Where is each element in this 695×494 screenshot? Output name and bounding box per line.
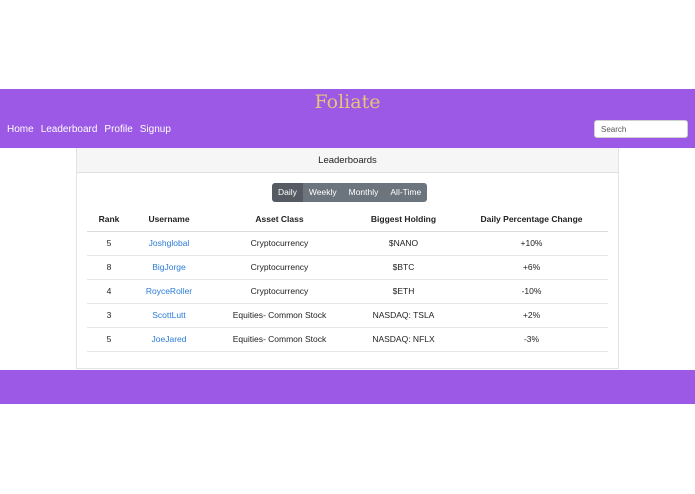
rank-cell: 5	[87, 327, 131, 352]
table-row: 5 Joshglobal Cryptocurrency $NANO +10%	[87, 231, 608, 256]
rank-cell: 4	[87, 279, 131, 304]
change-cell: +6%	[455, 255, 608, 280]
change-cell: -10%	[455, 279, 608, 304]
holding-cell: $NANO	[352, 231, 455, 256]
asset-class-cell: Cryptocurrency	[207, 255, 352, 280]
period-weekly-button[interactable]: Weekly	[302, 183, 343, 202]
rank-cell: 5	[87, 231, 131, 256]
holding-cell: NASDAQ: NFLX	[352, 327, 455, 352]
holding-cell: $BTC	[352, 255, 455, 280]
rank-cell: 8	[87, 255, 131, 280]
holding-cell: $ETH	[352, 279, 455, 304]
username-cell: RoyceRoller	[131, 279, 207, 304]
nav-home[interactable]: Home	[7, 124, 34, 135]
column-header-biggest-holding: Biggest Holding	[352, 207, 455, 232]
username-cell: Joshglobal	[131, 231, 207, 256]
table-row: 3 ScottLutt Equities- Common Stock NASDA…	[87, 303, 608, 328]
asset-class-cell: Equities- Common Stock	[207, 327, 352, 352]
username-link[interactable]: ScottLutt	[152, 310, 186, 320]
nav-signup[interactable]: Signup	[140, 124, 171, 135]
username-link[interactable]: RoyceRoller	[146, 286, 192, 296]
nav-profile[interactable]: Profile	[104, 124, 132, 135]
navbar: Foliate Home Leaderboard Profile Signup	[0, 89, 695, 148]
holding-cell: NASDAQ: TSLA	[352, 303, 455, 328]
leaderboard-card: Leaderboards Daily Weekly Monthly All-Ti…	[76, 148, 619, 369]
period-toggle: Daily Weekly Monthly All-Time	[272, 183, 428, 202]
nav-leaderboard[interactable]: Leaderboard	[41, 124, 98, 135]
column-header-daily-change: Daily Percentage Change	[455, 207, 608, 232]
username-link[interactable]: BigJorge	[152, 262, 186, 272]
search-input[interactable]	[594, 120, 688, 138]
table-row: 8 BigJorge Cryptocurrency $BTC +6%	[87, 255, 608, 280]
asset-class-cell: Cryptocurrency	[207, 279, 352, 304]
nav-links: Home Leaderboard Profile Signup	[7, 124, 171, 135]
period-daily-button[interactable]: Daily	[272, 183, 303, 202]
period-alltime-button[interactable]: All-Time	[384, 183, 428, 202]
asset-class-cell: Cryptocurrency	[207, 231, 352, 256]
table-header-row: Rank Username Asset Class Biggest Holdin…	[87, 207, 608, 232]
page: Foliate Home Leaderboard Profile Signup …	[0, 0, 695, 494]
column-header-username: Username	[131, 207, 207, 232]
table-row: 5 JoeJared Equities- Common Stock NASDAQ…	[87, 327, 608, 352]
table-row: 4 RoyceRoller Cryptocurrency $ETH -10%	[87, 279, 608, 304]
change-cell: -3%	[455, 327, 608, 352]
brand-title[interactable]: Foliate	[0, 91, 695, 113]
footer-bar	[0, 370, 695, 404]
change-cell: +10%	[455, 231, 608, 256]
change-cell: +2%	[455, 303, 608, 328]
username-link[interactable]: JoeJared	[152, 334, 187, 344]
asset-class-cell: Equities- Common Stock	[207, 303, 352, 328]
username-cell: BigJorge	[131, 255, 207, 280]
column-header-rank: Rank	[87, 207, 131, 232]
card-title: Leaderboards	[77, 148, 618, 173]
column-header-asset-class: Asset Class	[207, 207, 352, 232]
period-monthly-button[interactable]: Monthly	[342, 183, 385, 202]
username-link[interactable]: Joshglobal	[149, 238, 190, 248]
rank-cell: 3	[87, 303, 131, 328]
username-cell: JoeJared	[131, 327, 207, 352]
username-cell: ScottLutt	[131, 303, 207, 328]
leaderboard-table: Rank Username Asset Class Biggest Holdin…	[87, 207, 608, 352]
